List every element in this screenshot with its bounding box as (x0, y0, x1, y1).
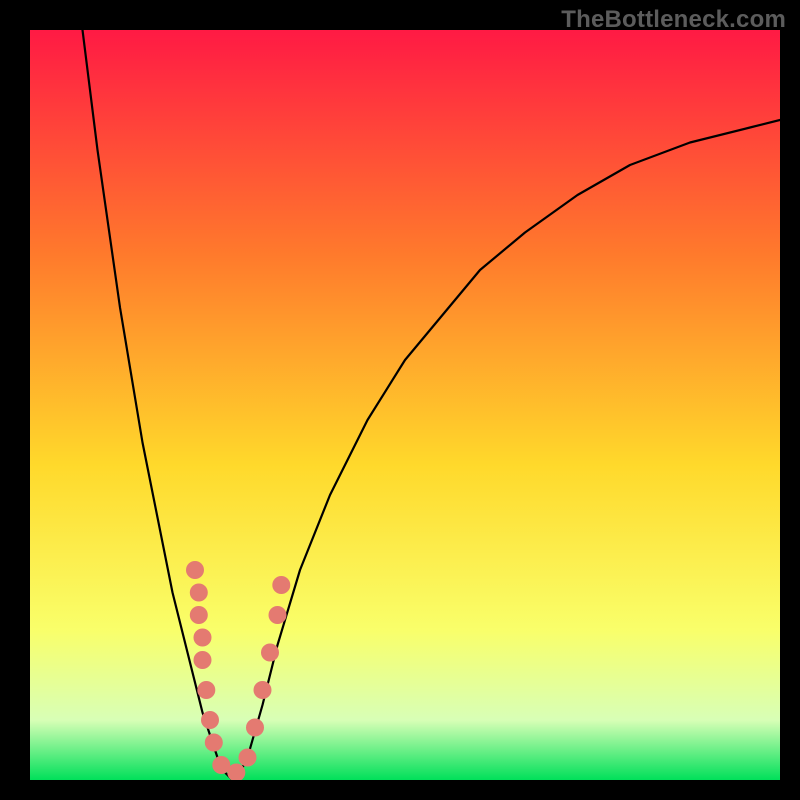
data-marker (190, 584, 208, 602)
chart-background (30, 30, 780, 780)
figure-frame: TheBottleneck.com (0, 0, 800, 800)
data-marker (261, 644, 279, 662)
chart-area (30, 30, 780, 780)
data-marker (246, 719, 264, 737)
data-marker (201, 711, 219, 729)
data-marker (254, 681, 272, 699)
data-marker (197, 681, 215, 699)
data-marker (272, 576, 290, 594)
data-marker (190, 606, 208, 624)
watermark-text: TheBottleneck.com (561, 6, 786, 34)
data-marker (205, 734, 223, 752)
data-marker (186, 561, 204, 579)
data-marker (239, 749, 257, 767)
data-marker (194, 651, 212, 669)
bottleneck-chart (30, 30, 780, 780)
data-marker (269, 606, 287, 624)
data-marker (194, 629, 212, 647)
